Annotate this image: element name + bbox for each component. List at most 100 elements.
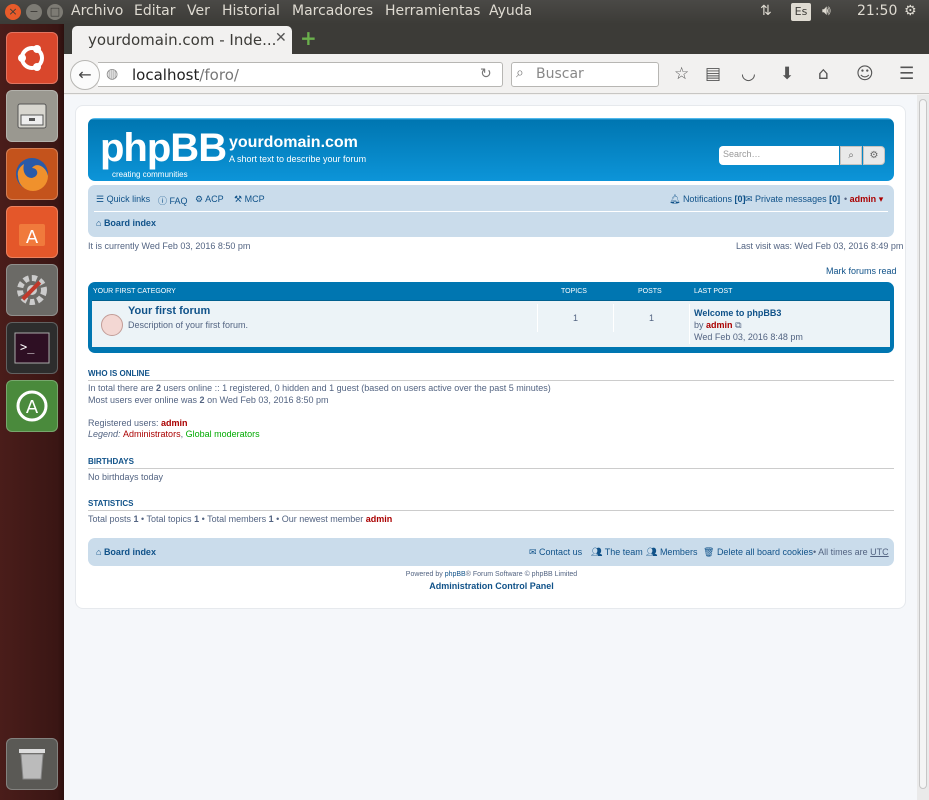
board-index-link[interactable]: ⌂ Board index	[96, 218, 156, 228]
last-post-user-link[interactable]: admin	[706, 320, 733, 330]
last-post-author: by admin ⧉	[694, 320, 742, 330]
terminal-icon[interactable]: >_	[6, 322, 58, 374]
navigation-toolbar: localhost/foro/ ← ◍ ↻ Buscar ⌕ ☆ ▤ ◡ ⬇ ⌂…	[64, 54, 929, 94]
footer-board-index-link[interactable]: ⌂ Board index	[96, 547, 156, 557]
back-button[interactable]: ←	[70, 60, 100, 90]
tab-strip: yourdomain.com - Inde... ✕ +	[64, 24, 929, 54]
phpbb-link[interactable]: phpBB	[445, 571, 466, 578]
keyboard-layout-indicator[interactable]: Es	[791, 3, 811, 21]
current-time: It is currently Wed Feb 03, 2016 8:50 pm	[88, 241, 251, 251]
firefox-icon[interactable]	[6, 148, 58, 200]
forum-navbar: ☰ Quick links ⓘ FAQ ⚙ ACP ⚒ MCP 🔔︎ Notif…	[88, 185, 894, 237]
menu-ver[interactable]: Ver	[187, 3, 210, 19]
newest-member-link[interactable]: admin	[366, 514, 393, 524]
window-maximize-button[interactable]: □	[47, 4, 63, 20]
home-icon[interactable]: ⌂	[818, 64, 829, 84]
the-team-link[interactable]: 👥︎ The team	[591, 547, 643, 558]
acp-footer-link[interactable]: Administration Control Panel	[76, 581, 907, 591]
tab-close-icon[interactable]: ✕	[275, 30, 287, 46]
software-updater-icon[interactable]: A	[6, 380, 58, 432]
forum-name-link[interactable]: Your first forum	[128, 305, 210, 317]
scrollbar-thumb[interactable]	[919, 99, 927, 789]
category-title[interactable]: YOUR FIRST CATEGORY	[93, 288, 176, 295]
trash-icon[interactable]	[6, 738, 58, 790]
forum-header: phpBB creating communities yourdomain.co…	[88, 118, 894, 181]
forum-search-button[interactable]: ⌕	[840, 146, 862, 165]
site-identity-icon[interactable]: ◍	[106, 66, 118, 82]
phpbb-logo[interactable]: phpBB	[100, 128, 227, 168]
file-manager-icon[interactable]	[6, 90, 58, 142]
legend-moderators-link[interactable]: Global moderators	[186, 429, 260, 439]
svg-text:>_: >_	[20, 340, 35, 354]
private-messages-link[interactable]: ✉ Private messages [0]	[745, 194, 840, 205]
downloads-icon[interactable]: ⬇	[780, 64, 794, 84]
last-post-title-link[interactable]: Welcome to phpBB3	[694, 308, 781, 318]
category-box: YOUR FIRST CATEGORY TOPICS POSTS LAST PO…	[88, 282, 894, 353]
volume-icon[interactable]: 🔊︎	[822, 3, 831, 19]
mcp-link[interactable]: ⚒ MCP	[234, 194, 265, 205]
vertical-scrollbar[interactable]	[917, 95, 929, 800]
birthdays-title: BIRTHDAYS	[88, 457, 894, 469]
search-input[interactable]: Buscar	[511, 62, 659, 87]
who-is-online-title[interactable]: WHO IS ONLINE	[88, 369, 894, 381]
mark-forums-read-link[interactable]: Mark forums read	[826, 266, 897, 276]
menu-historial[interactable]: Historial	[222, 3, 280, 19]
clock[interactable]: 21:50	[857, 3, 897, 19]
registered-user-link[interactable]: admin	[161, 418, 188, 428]
posts-count: 1	[649, 313, 655, 323]
hello-icon[interactable]: ☺	[856, 64, 874, 84]
new-tab-icon[interactable]: +	[300, 28, 317, 48]
menu-marcadores[interactable]: Marcadores	[292, 3, 373, 19]
online-record: Most users ever online was 2 on Wed Feb …	[88, 395, 329, 405]
tab-active[interactable]: yourdomain.com - Inde... ✕	[72, 26, 292, 54]
forum-read-icon	[101, 314, 123, 336]
topics-header: TOPICS	[561, 288, 587, 295]
user-menu[interactable]: • admin ▾	[844, 194, 883, 205]
menu-archivo[interactable]: Archivo	[71, 3, 123, 19]
menu-editar[interactable]: Editar	[134, 3, 175, 19]
footer-navbar: ⌂ Board index ✉ Contact us 👥︎ The team 👥…	[88, 538, 894, 566]
site-title: yourdomain.com	[229, 134, 358, 151]
bookmark-star-icon[interactable]: ☆	[674, 64, 689, 84]
topics-count: 1	[573, 313, 579, 323]
window-close-button[interactable]: ×	[5, 4, 21, 20]
forum-search-input[interactable]: Search…	[719, 146, 839, 165]
view-latest-post-icon[interactable]: ⧉	[735, 320, 741, 330]
menu-hamburger-icon[interactable]: ☰	[899, 64, 914, 84]
members-link[interactable]: 👥︎ Members	[646, 547, 697, 558]
settings-icon[interactable]	[6, 264, 58, 316]
legend-administrators-link[interactable]: Administrators	[123, 429, 181, 439]
statistics-text: Total posts 1 • Total topics 1 • Total m…	[88, 514, 393, 524]
legend: Legend: Administrators, Global moderator…	[88, 429, 260, 439]
network-icon[interactable]: ⇅	[760, 3, 772, 19]
ubuntu-dash-icon[interactable]	[6, 32, 58, 84]
acp-link[interactable]: ⚙ ACP	[195, 194, 224, 205]
page-content: phpBB creating communities yourdomain.co…	[64, 95, 917, 800]
timezone-note: • All times are UTC	[813, 547, 889, 557]
navbar-divider	[94, 211, 888, 212]
pocket-icon[interactable]: ◡	[741, 64, 756, 84]
window-minimize-button[interactable]: −	[26, 4, 42, 20]
contact-us-link[interactable]: ✉ Contact us	[529, 547, 582, 558]
faq-link[interactable]: ⓘ FAQ	[158, 194, 188, 207]
site-description: A short text to describe your forum	[229, 154, 367, 164]
last-visit: Last visit was: Wed Feb 03, 2016 8:49 pm	[736, 241, 904, 251]
quick-links-link[interactable]: ☰ Quick links	[96, 194, 150, 205]
url-bar[interactable]: localhost/foro/	[98, 62, 503, 87]
reading-list-icon[interactable]: ▤	[705, 64, 721, 84]
notifications-link[interactable]: 🔔︎ Notifications [0]	[669, 194, 745, 205]
menu-ayuda[interactable]: Ayuda	[489, 3, 532, 19]
reload-icon[interactable]: ↻	[480, 66, 492, 82]
tab-title: yourdomain.com - Inde...	[88, 31, 277, 49]
delete-cookies-link[interactable]: 🗑︎ Delete all board cookies	[703, 547, 813, 558]
menu-herramientas[interactable]: Herramientas	[385, 3, 480, 19]
svg-text:A: A	[26, 397, 39, 418]
forum-description: Description of your first forum.	[128, 320, 249, 330]
posts-header: POSTS	[638, 288, 662, 295]
online-summary: In total there are 2 users online :: 1 r…	[88, 383, 551, 393]
svg-text:A: A	[26, 227, 39, 248]
last-post-date: Wed Feb 03, 2016 8:48 pm	[694, 332, 803, 342]
software-center-icon[interactable]: A	[6, 206, 58, 258]
gear-icon[interactable]: ⚙	[904, 3, 917, 19]
advanced-search-button[interactable]: ⚙	[863, 146, 885, 165]
